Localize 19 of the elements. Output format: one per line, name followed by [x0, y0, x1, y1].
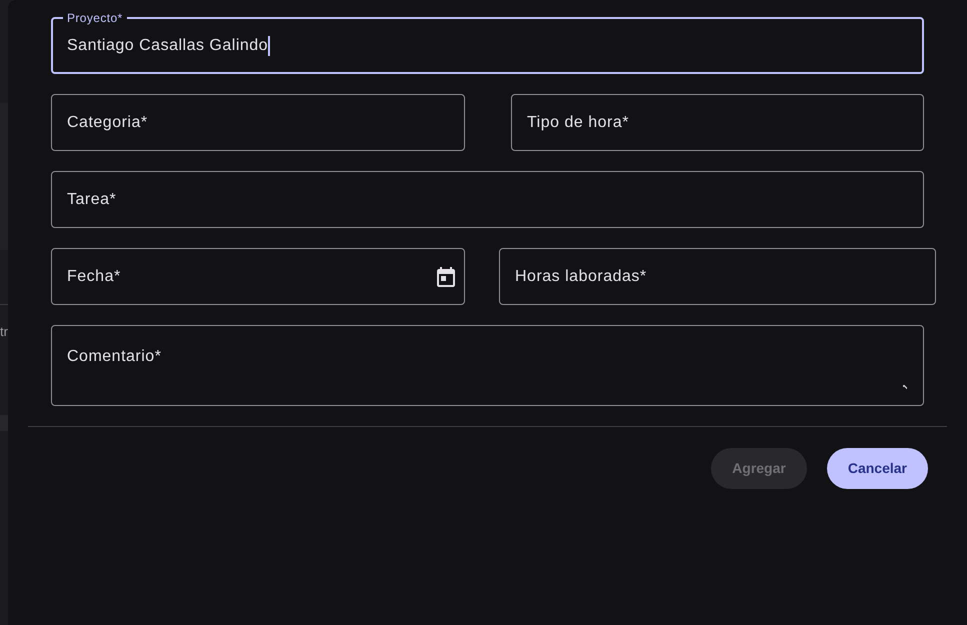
field-label: Fecha*: [67, 266, 121, 286]
text-field[interactable]: Horas laboradas*: [499, 248, 936, 305]
field-label: Tipo de hora*: [527, 112, 629, 132]
field-value: Santiago Casallas Galindo: [67, 36, 270, 56]
text-area[interactable]: Comentario*: [51, 325, 924, 406]
text-field[interactable]: Proyecto* Santiago Casallas Galindo: [51, 11, 924, 74]
text-field[interactable]: Categoria*: [51, 94, 465, 151]
background-text: tr: [0, 325, 8, 339]
field-label: Comentario*: [67, 348, 162, 365]
field-label: Horas laboradas*: [515, 266, 647, 286]
field-label: Categoria*: [67, 112, 148, 132]
resize-handle-icon[interactable]: [903, 385, 907, 389]
text-field[interactable]: Tipo de hora*: [511, 94, 924, 151]
cancel-button[interactable]: Cancelar: [826, 448, 928, 489]
field-label: Tarea*: [67, 190, 116, 210]
date-field[interactable]: Fecha*: [51, 248, 465, 305]
calendar-icon[interactable]: [437, 266, 455, 286]
field-label: Proyecto*: [66, 11, 124, 25]
text-field[interactable]: Tarea*: [51, 171, 924, 228]
